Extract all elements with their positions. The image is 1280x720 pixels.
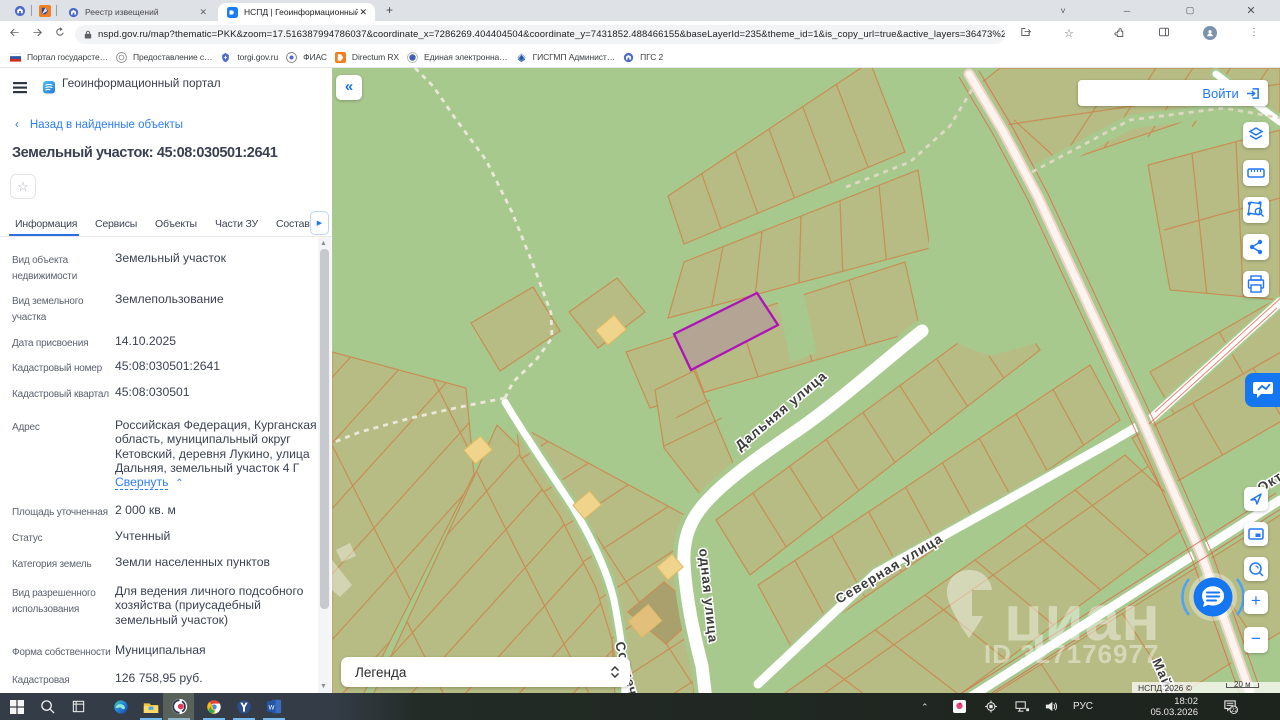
svg-text:22: 22 (1231, 707, 1238, 714)
svg-text:ID 327176977: ID 327176977 (984, 639, 1159, 666)
